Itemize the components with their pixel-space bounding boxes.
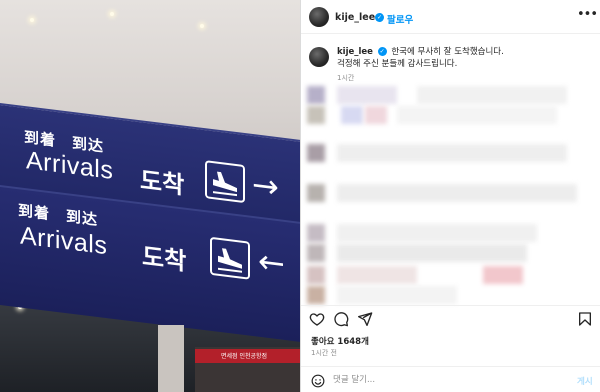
post-comment-button[interactable]: 게시 [577, 375, 593, 387]
verified-badge-icon: ✓ [375, 13, 384, 22]
post-header: kije_lee ✓ 팔로우 ••• [301, 0, 600, 34]
verified-badge-icon: ✓ [377, 47, 387, 56]
arrow-right-icon: → [252, 164, 279, 207]
airplane-landing-icon [205, 160, 245, 204]
heart-icon[interactable] [309, 311, 325, 331]
post-photo[interactable]: 到着 到达 Arrivals 도착 → 到着 到达 Arrivals 도착 ← … [0, 0, 300, 392]
caption-timestamp: 1시간 [337, 74, 355, 82]
more-options-icon[interactable]: ••• [577, 8, 598, 21]
caption-line-2: 걱정해 주신 분들께 감사드립니다. [337, 59, 458, 69]
blurred-comments [307, 86, 595, 304]
post-timestamp: 1시간 전 [311, 349, 337, 357]
terminal-pillar [158, 325, 184, 392]
ceiling-light [30, 18, 34, 22]
header-username[interactable]: kije_lee [335, 12, 375, 23]
ceiling-light [200, 24, 204, 28]
post-details-panel: kije_lee ✓ 팔로우 ••• kije_lee ✓ 한국에 무사히 잘 … [300, 0, 600, 392]
comment-bar: 게시 [301, 366, 600, 392]
bookmark-icon[interactable] [577, 311, 593, 331]
caption-text: kije_lee ✓ 한국에 무사히 잘 도착했습니다. 걱정해 주신 분들께 … [337, 46, 593, 70]
action-bar [301, 305, 600, 329]
comment-input[interactable] [333, 372, 553, 388]
follow-button[interactable]: 팔로우 [387, 12, 413, 26]
airplane-landing-icon [210, 236, 250, 280]
store-banner: 면세점 인천공항점 [195, 349, 300, 363]
emoji-icon[interactable] [311, 373, 325, 392]
caption-username[interactable]: kije_lee [337, 47, 373, 57]
caption-line-1: 한국에 무사히 잘 도착했습니다. [391, 47, 504, 57]
arrow-left-icon: ← [258, 241, 285, 283]
sign-korean-text: 도착 [140, 166, 185, 200]
ceiling-light [110, 12, 114, 16]
instagram-post-modal: 到着 到达 Arrivals 도착 → 到着 到达 Arrivals 도착 ← … [0, 0, 600, 392]
sign-korean-text: 도착 [142, 242, 187, 276]
avatar[interactable] [309, 7, 329, 27]
comment-icon[interactable] [333, 311, 349, 331]
share-icon[interactable] [357, 311, 373, 331]
store-sign-text: 면세점 인천공항점 [221, 353, 268, 360]
like-count[interactable]: 좋아요 1648개 [311, 335, 369, 347]
caption-avatar[interactable] [309, 47, 329, 67]
